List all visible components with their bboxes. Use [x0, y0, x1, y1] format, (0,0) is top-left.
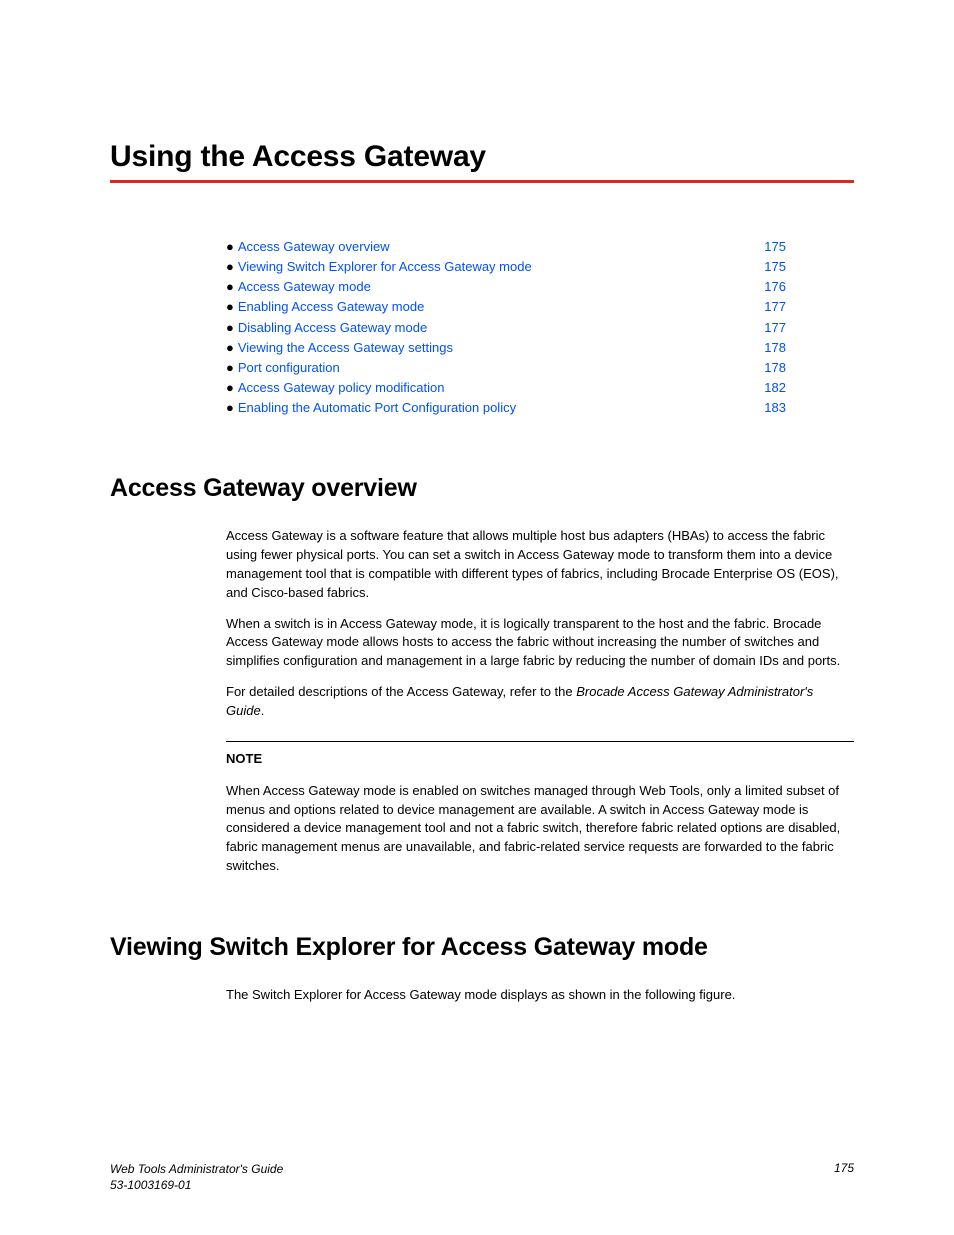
toc-page-link[interactable]: 176: [762, 277, 786, 297]
table-of-contents: ● Access Gateway overview 175 ● Viewing …: [226, 237, 786, 418]
toc-link[interactable]: Access Gateway overview: [238, 237, 390, 257]
viewing-body: The Switch Explorer for Access Gateway m…: [226, 986, 854, 1005]
toc-link[interactable]: Disabling Access Gateway mode: [238, 318, 427, 338]
note-label: NOTE: [226, 750, 854, 769]
section-title-overview: Access Gateway overview: [110, 474, 854, 503]
paragraph: The Switch Explorer for Access Gateway m…: [226, 986, 854, 1005]
note-block: NOTE When Access Gateway mode is enabled…: [226, 741, 854, 876]
section-title-viewing: Viewing Switch Explorer for Access Gatew…: [110, 933, 854, 962]
toc-item: ● Viewing Switch Explorer for Access Gat…: [226, 257, 786, 277]
text: .: [261, 703, 265, 718]
toc-item: ● Access Gateway overview 175: [226, 237, 786, 257]
toc-link[interactable]: Enabling Access Gateway mode: [238, 297, 424, 317]
bullet-icon: ●: [226, 358, 234, 378]
toc-page-link[interactable]: 177: [762, 297, 786, 317]
footer-left: Web Tools Administrator's Guide 53-10031…: [110, 1161, 283, 1193]
footer-doc-title: Web Tools Administrator's Guide: [110, 1161, 283, 1177]
bullet-icon: ●: [226, 318, 234, 338]
toc-item: ● Disabling Access Gateway mode 177: [226, 318, 786, 338]
toc-link[interactable]: Access Gateway mode: [238, 277, 371, 297]
toc-link[interactable]: Enabling the Automatic Port Configuratio…: [238, 398, 516, 418]
paragraph: When a switch is in Access Gateway mode,…: [226, 615, 854, 672]
toc-link[interactable]: Access Gateway policy modification: [238, 378, 445, 398]
note-rule: [226, 741, 854, 742]
overview-body: Access Gateway is a software feature tha…: [226, 527, 854, 721]
bullet-icon: ●: [226, 398, 234, 418]
toc-item: ● Enabling Access Gateway mode 177: [226, 297, 786, 317]
chapter-title: Using the Access Gateway: [110, 140, 854, 174]
toc-link[interactable]: Viewing the Access Gateway settings: [238, 338, 453, 358]
paragraph: Access Gateway is a software feature tha…: [226, 527, 854, 602]
paragraph: For detailed descriptions of the Access …: [226, 683, 854, 721]
toc-item: ● Access Gateway mode 176: [226, 277, 786, 297]
toc-page-link[interactable]: 178: [762, 358, 786, 378]
toc-page-link[interactable]: 178: [762, 338, 786, 358]
toc-item: ● Enabling the Automatic Port Configurat…: [226, 398, 786, 418]
note-text: When Access Gateway mode is enabled on s…: [226, 782, 854, 876]
page-footer: Web Tools Administrator's Guide 53-10031…: [110, 1161, 854, 1193]
bullet-icon: ●: [226, 277, 234, 297]
bullet-icon: ●: [226, 338, 234, 358]
toc-link[interactable]: Viewing Switch Explorer for Access Gatew…: [238, 257, 532, 277]
toc-item: ● Access Gateway policy modification 182: [226, 378, 786, 398]
toc-page-link[interactable]: 182: [762, 378, 786, 398]
title-underline: [110, 180, 854, 183]
text: For detailed descriptions of the Access …: [226, 684, 576, 699]
toc-page-link[interactable]: 175: [762, 237, 786, 257]
toc-item: ● Viewing the Access Gateway settings 17…: [226, 338, 786, 358]
bullet-icon: ●: [226, 378, 234, 398]
footer-page-number: 175: [834, 1161, 854, 1193]
bullet-icon: ●: [226, 257, 234, 277]
footer-doc-id: 53-1003169-01: [110, 1177, 283, 1193]
toc-page-link[interactable]: 175: [762, 257, 786, 277]
toc-item: ● Port configuration 178: [226, 358, 786, 378]
toc-link[interactable]: Port configuration: [238, 358, 340, 378]
page: Using the Access Gateway ● Access Gatewa…: [0, 0, 954, 1235]
bullet-icon: ●: [226, 237, 234, 257]
toc-page-link[interactable]: 183: [762, 398, 786, 418]
bullet-icon: ●: [226, 297, 234, 317]
toc-page-link[interactable]: 177: [762, 318, 786, 338]
